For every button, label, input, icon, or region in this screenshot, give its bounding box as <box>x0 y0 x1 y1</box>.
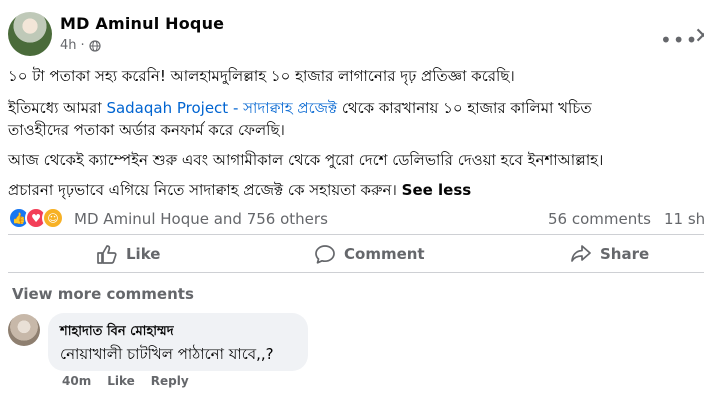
comment-bubble-icon <box>315 245 335 264</box>
close-icon[interactable]: ✕ <box>694 24 704 49</box>
commenter-avatar[interactable] <box>8 314 40 346</box>
globe-icon <box>89 39 101 52</box>
see-less-button[interactable]: See less <box>402 181 472 199</box>
comment-reply-button[interactable]: Reply <box>151 374 189 388</box>
p2-prefix: ইতিমধ্যে আমরা <box>8 99 107 117</box>
thumbs-up-icon <box>97 245 117 264</box>
post-meta: 4h · <box>60 38 101 53</box>
p4-text: প্রচারনা দৃঢ়ভাবে এগিয়ে নিতে সাদাক্বাহ … <box>8 181 397 199</box>
comment-like-button[interactable]: Like <box>107 374 135 388</box>
sadaqah-project-link[interactable]: Sadaqah Project - সাদাক্বাহ প্রজেক্ট <box>106 99 337 117</box>
post-paragraph-4: প্রচারনা দৃঢ়ভাবে এগিয়ে নিতে সাদাক্বাহ … <box>8 180 704 200</box>
comment-time[interactable]: 40m <box>62 374 91 388</box>
view-more-comments-link[interactable]: View more comments <box>12 285 194 303</box>
share-arrow-icon <box>571 245 591 262</box>
more-options-icon[interactable]: ••• <box>660 28 698 52</box>
post-paragraph-2: ইতিমধ্যে আমরা Sadaqah Project - সাদাক্বা… <box>8 98 704 118</box>
shares-count[interactable]: 11 sha <box>664 210 704 228</box>
comment-actions: 40m Like Reply <box>62 374 189 388</box>
divider-bottom <box>8 272 704 273</box>
p2-suffix: থেকে কারখানায় ১০ হাজার কালিমা খচিত <box>337 99 592 117</box>
reaction-icons[interactable]: 👍 ♥ ☺ <box>8 207 64 229</box>
post-time[interactable]: 4h <box>60 38 77 53</box>
share-label: Share <box>600 245 650 263</box>
care-reaction-icon: ☺ <box>42 207 64 229</box>
meta-separator: · <box>80 38 85 53</box>
comment-text: নোয়াখালী চাটখিল পাঠানো যাবে,,? <box>60 345 274 363</box>
author-avatar[interactable] <box>8 12 52 56</box>
like-label: Like <box>126 245 161 263</box>
post-paragraph-3: আজ থেকেই ক্যাম্পেইন শুরু এবং আগামীকাল থে… <box>8 151 604 169</box>
post-paragraph-1: ১০ টা পতাকা সহ্য করেনি! আলহামদুলিল্লাহ ১… <box>8 67 515 85</box>
comments-count[interactable]: 56 comments <box>548 210 651 228</box>
post-author-name[interactable]: MD Aminul Hoque <box>60 14 224 33</box>
reaction-names[interactable]: MD Aminul Hoque and 756 others <box>74 210 328 228</box>
divider-top <box>8 234 704 235</box>
like-button[interactable]: Like <box>96 242 160 266</box>
comment-label: Comment <box>344 245 425 263</box>
comment-button[interactable]: Comment <box>314 242 425 266</box>
post-paragraph-2-line-2: তাওহীদের পতাকা অর্ডার কনফার্ম করে ফেলছি। <box>8 121 285 139</box>
share-button[interactable]: Share <box>570 242 649 266</box>
commenter-name[interactable]: শাহাদাত বিন মোহাম্মদ <box>60 322 174 343</box>
